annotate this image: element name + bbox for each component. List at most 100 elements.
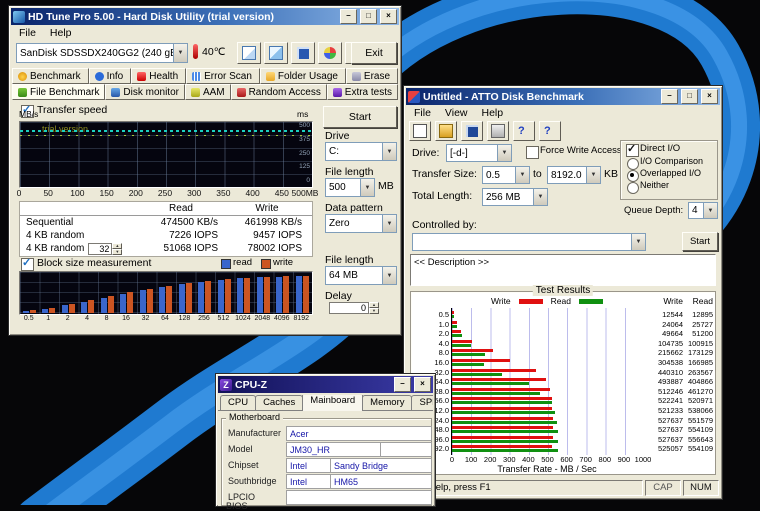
transfer-size-to-combo[interactable]: 8192.0▼ <box>547 166 601 184</box>
start-button[interactable]: Start <box>682 232 718 251</box>
tab-benchmark[interactable]: Benchmark <box>12 68 89 84</box>
file-length2-combo[interactable]: 64 MB▼ <box>325 266 397 285</box>
menu-view[interactable]: View <box>438 106 475 120</box>
minimize-button[interactable]: – <box>340 9 357 24</box>
tab-aam[interactable]: AAM <box>185 84 231 100</box>
menu-help[interactable]: Help <box>475 106 511 120</box>
atto-statusbar: For Help, press F1 CAP NUM <box>407 480 719 496</box>
close-button[interactable]: × <box>701 89 718 104</box>
tab-disk-monitor[interactable]: Disk monitor <box>105 84 185 100</box>
help-button[interactable]: ? <box>513 121 535 141</box>
chipset-label: Chipset <box>228 460 259 470</box>
tab-erase[interactable]: Erase <box>346 68 398 84</box>
chevron-down-icon[interactable]: ▼ <box>382 267 396 284</box>
radio-io-comparison[interactable] <box>627 158 639 170</box>
col-read-header: Read <box>685 296 713 306</box>
radio-overlapped-io[interactable] <box>627 170 639 182</box>
chevron-down-icon[interactable]: ▼ <box>382 143 396 160</box>
atto-read-bar <box>452 363 484 366</box>
menu-help[interactable]: Help <box>43 26 79 40</box>
print-button[interactable] <box>487 121 509 141</box>
minimize-button[interactable]: – <box>394 377 411 392</box>
tab-label: Extra tests <box>345 87 392 98</box>
delay-spinner[interactable]: 0 ▲▼ <box>329 302 379 314</box>
close-button[interactable]: × <box>414 377 431 392</box>
chevron-down-icon[interactable]: ▼ <box>497 145 511 161</box>
menu-file[interactable]: File <box>407 106 438 120</box>
block-size-checkbox[interactable] <box>21 258 34 271</box>
maximize-button[interactable]: □ <box>360 9 377 24</box>
write-bar <box>147 289 153 313</box>
tab-cpu[interactable]: CPU <box>220 395 256 411</box>
tab-error-scan[interactable]: Error Scan <box>186 68 260 84</box>
transfer-size-from-combo[interactable]: 0.5▼ <box>482 166 530 184</box>
spinner-down-icon[interactable]: ▼ <box>369 308 379 314</box>
description-box[interactable]: << Description >> <box>410 254 716 286</box>
context-help-button[interactable]: ? <box>539 121 561 141</box>
atto-write-bar <box>452 340 472 343</box>
menu-file[interactable]: File <box>12 26 43 40</box>
total-length-combo[interactable]: 256 MB▼ <box>482 188 548 206</box>
atto-drive-combo[interactable]: [-d-]▼ <box>446 144 512 162</box>
data-pattern-combo[interactable]: Zero▼ <box>325 214 397 233</box>
row-write: 461998 KB/s <box>226 217 310 228</box>
close-button[interactable]: × <box>380 9 397 24</box>
tab-extra-tests[interactable]: Extra tests <box>327 84 398 100</box>
cpuz-titlebar[interactable]: Z CPU-Z – × <box>218 376 433 393</box>
chevron-down-icon[interactable]: ▼ <box>515 167 529 183</box>
atto-read-value: 556643 <box>685 435 713 444</box>
new-file-button[interactable] <box>409 121 431 141</box>
file-length-combo[interactable]: 500▼ <box>325 178 375 197</box>
tab-memory[interactable]: Memory <box>362 395 412 411</box>
queue-depth-combo[interactable]: 4▼ <box>688 202 718 219</box>
write-bar <box>244 278 250 313</box>
thermometer-icon <box>193 44 198 59</box>
atto-write-bar <box>452 311 454 314</box>
tab-caches[interactable]: Caches <box>255 395 303 411</box>
radio-neither[interactable] <box>627 182 639 194</box>
tab-folder-usage[interactable]: Folder Usage <box>260 68 346 84</box>
write-bar <box>186 283 192 313</box>
atto-row-label: 1.0 <box>413 320 449 329</box>
drive-select-combo[interactable]: SanDisk SDSSDX240GG2 (240 gB) ▼ <box>16 43 188 63</box>
chevron-down-icon[interactable]: ▼ <box>173 44 187 62</box>
force-write-access-checkbox[interactable] <box>526 146 539 159</box>
drive-combo[interactable]: C:▼ <box>325 142 397 161</box>
save-image-button[interactable] <box>291 42 315 64</box>
status-cap: CAP <box>645 480 681 496</box>
tab-health[interactable]: Health <box>131 68 186 84</box>
direct-io-checkbox[interactable] <box>626 144 639 157</box>
tab-random-access[interactable]: Random Access <box>231 84 327 100</box>
write-bar <box>108 296 114 313</box>
tab-spd[interactable]: SPD <box>411 395 433 411</box>
tab-mainboard[interactable]: Mainboard <box>302 395 363 411</box>
tab-file-benchmark[interactable]: File Benchmark <box>12 84 105 100</box>
spinner-down-icon[interactable]: ▼ <box>112 249 122 255</box>
block-size-chart <box>19 271 313 315</box>
chevron-down-icon[interactable]: ▼ <box>703 203 717 218</box>
copy-image-button[interactable] <box>264 42 288 64</box>
chart1-ylabel: MB/s <box>19 109 38 119</box>
maximize-button[interactable]: □ <box>681 89 698 104</box>
exit-button[interactable]: Exit <box>351 42 397 64</box>
chevron-down-icon[interactable]: ▼ <box>360 179 374 196</box>
chart1-y-tick: 0 <box>306 177 310 184</box>
open-folder-button[interactable] <box>435 121 457 141</box>
minimize-button[interactable]: – <box>661 89 678 104</box>
copy-screenshot-button[interactable] <box>237 42 261 64</box>
color-settings-button[interactable] <box>318 42 342 64</box>
start-button[interactable]: Start <box>323 106 397 128</box>
chevron-down-icon[interactable]: ▼ <box>533 189 547 205</box>
tab-info[interactable]: Info <box>89 68 132 84</box>
queue-depth-spinner[interactable]: 32 ▲▼ <box>88 243 122 255</box>
chevron-down-icon[interactable]: ▼ <box>631 234 645 250</box>
save-file-button[interactable] <box>461 121 483 141</box>
chevron-down-icon[interactable]: ▼ <box>382 215 396 232</box>
controlled-by-combo[interactable]: ▼ <box>412 233 646 251</box>
atto-titlebar[interactable]: Untitled - ATTO Disk Benchmark – □ × <box>406 88 720 105</box>
transfer-size-label: Transfer Size: <box>412 168 477 180</box>
chart2-x-tick: 1024 <box>233 315 252 322</box>
hdtune-titlebar[interactable]: HD Tune Pro 5.00 - Hard Disk Utility (tr… <box>11 8 399 25</box>
chevron-down-icon[interactable]: ▼ <box>586 167 600 183</box>
atto-row-label: 8.0 <box>413 348 449 357</box>
